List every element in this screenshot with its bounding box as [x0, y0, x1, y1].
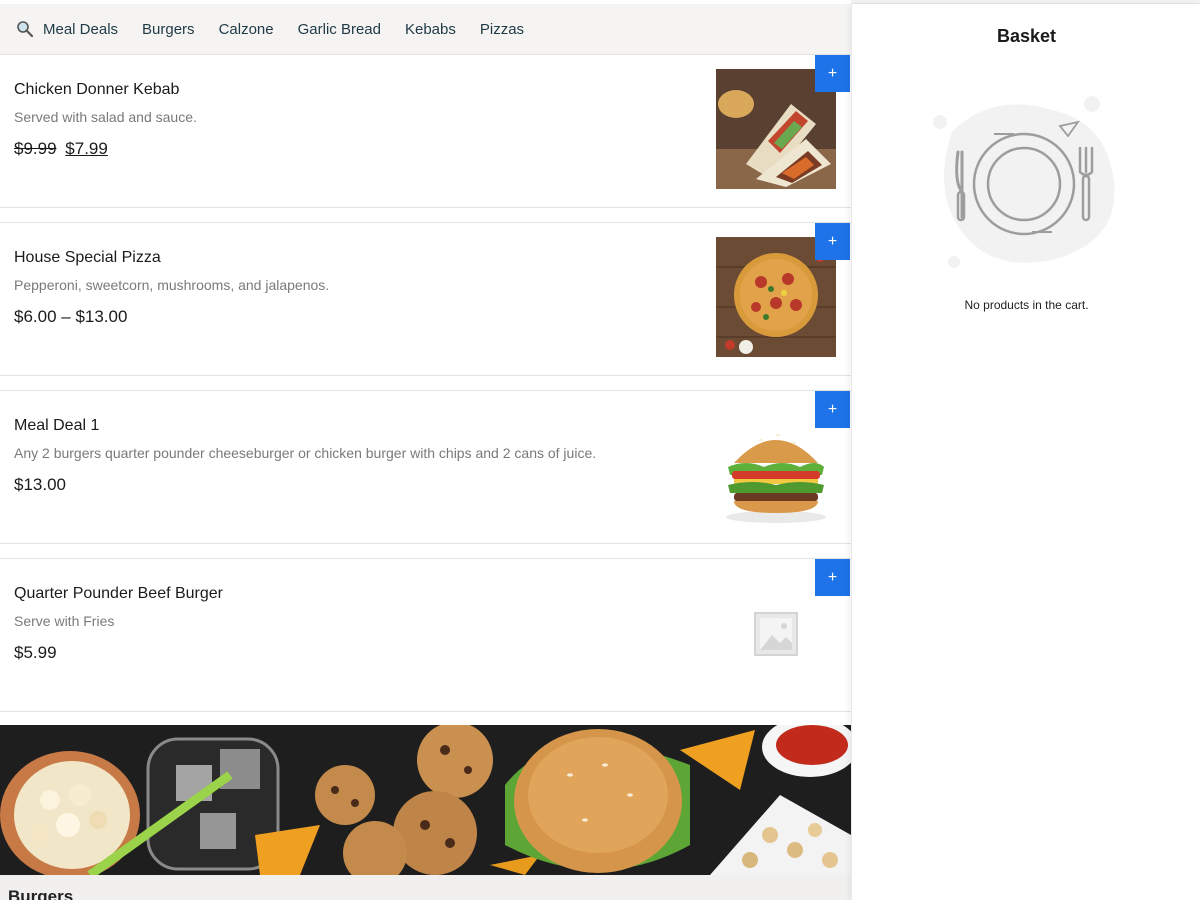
item-description: Served with salad and sauce.: [14, 109, 197, 125]
menu-item[interactable]: Quarter Pounder Beef Burger Serve with F…: [0, 558, 851, 712]
item-description: Serve with Fries: [14, 613, 115, 629]
menu-item[interactable]: Meal Deal 1 Any 2 burgers quarter pounde…: [0, 390, 851, 544]
burgers-banner-image: [0, 725, 851, 875]
item-price: $13.00: [14, 475, 66, 494]
nav-kebabs[interactable]: Kebabs: [405, 21, 456, 38]
section-title: Burgers: [0, 875, 851, 900]
nav-burgers[interactable]: Burgers: [142, 21, 195, 38]
item-price-old: $9.99: [14, 139, 57, 158]
menu-item[interactable]: Chicken Donner Kebab Served with salad a…: [0, 54, 851, 208]
nav-garlic-bread[interactable]: Garlic Bread: [298, 21, 381, 38]
empty-plate-icon: [932, 92, 1122, 272]
add-to-basket-button[interactable]: +: [815, 55, 850, 92]
item-description: Pepperoni, sweetcorn, mushrooms, and jal…: [14, 277, 330, 293]
basket-panel: Basket No products in the cart.: [851, 4, 1200, 900]
menu-column: Meal Deals Burgers Calzone Garlic Bread …: [0, 0, 851, 900]
add-to-basket-button[interactable]: +: [815, 223, 850, 260]
page: Meal Deals Burgers Calzone Garlic Bread …: [0, 0, 1200, 900]
basket-title: Basket: [996, 26, 1057, 46]
item-price-sale: $7.99: [65, 139, 108, 158]
nav-meal-deals[interactable]: Meal Deals: [43, 21, 118, 38]
nav-pizzas[interactable]: Pizzas: [480, 21, 524, 38]
add-to-basket-button[interactable]: +: [815, 559, 850, 596]
item-title: Chicken Donner Kebab: [14, 81, 180, 98]
item-price: $9.99 $7.99: [14, 139, 108, 159]
search-icon[interactable]: [16, 20, 34, 38]
add-to-basket-button[interactable]: +: [815, 391, 850, 428]
item-price: $6.00 – $13.00: [14, 307, 128, 326]
empty-cart-message: No products in the cart.: [964, 298, 1089, 312]
item-title: House Special Pizza: [14, 249, 161, 266]
nav-calzone[interactable]: Calzone: [219, 21, 274, 38]
category-nav: Meal Deals Burgers Calzone Garlic Bread …: [0, 4, 851, 54]
item-title: Meal Deal 1: [14, 417, 100, 434]
item-title: Quarter Pounder Beef Burger: [14, 585, 224, 602]
menu-item[interactable]: House Special Pizza Pepperoni, sweetcorn…: [0, 222, 851, 376]
item-description: Any 2 burgers quarter pounder cheeseburg…: [14, 445, 597, 461]
item-price: $5.99: [14, 643, 57, 662]
